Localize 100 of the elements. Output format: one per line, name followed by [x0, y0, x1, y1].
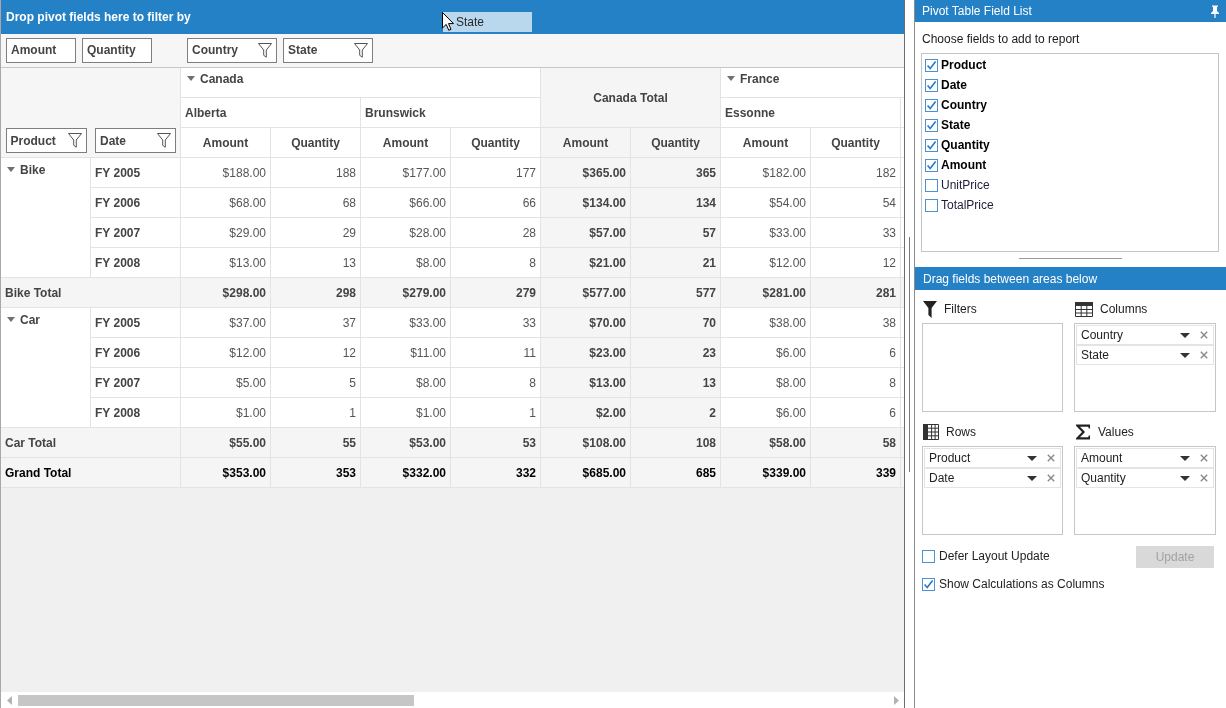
- column-header: Amount: [181, 128, 271, 158]
- checkbox[interactable]: [925, 78, 938, 92]
- table-cell: 12: [811, 248, 901, 278]
- column-header: Quantity: [811, 128, 901, 158]
- row-header: FY 2008: [91, 398, 181, 428]
- table-cell: 685: [631, 458, 721, 488]
- table-cell: $298.00: [181, 278, 271, 308]
- table-cell: $339.00: [721, 458, 811, 488]
- expand-caret-icon[interactable]: [187, 76, 195, 81]
- dropdown-caret-icon[interactable]: [1180, 352, 1190, 358]
- field-label[interactable]: Product: [941, 58, 987, 72]
- checkbox[interactable]: [922, 549, 935, 563]
- close-icon[interactable]: [1047, 454, 1055, 462]
- field-label[interactable]: Amount: [941, 158, 987, 172]
- drag-preview: State: [443, 12, 532, 32]
- dropdown-caret-icon[interactable]: [1027, 475, 1037, 481]
- row-header: Grand Total: [1, 458, 181, 488]
- checkbox[interactable]: [925, 178, 938, 192]
- checkbox[interactable]: [925, 138, 938, 152]
- area-label: Values: [1098, 425, 1134, 439]
- column-header: Canada Total: [541, 68, 721, 128]
- filter-icon[interactable]: [157, 133, 171, 148]
- area-field-item[interactable]: Amount: [1076, 448, 1214, 468]
- filter-icon[interactable]: [67, 133, 82, 148]
- table-cell: 38: [811, 308, 901, 338]
- field-label[interactable]: TotalPrice: [941, 198, 994, 212]
- filter-icon[interactable]: [354, 42, 368, 58]
- column-header: Brunswick: [361, 98, 541, 128]
- field-button[interactable]: Amount: [6, 37, 76, 63]
- expand-caret-icon[interactable]: [7, 317, 15, 322]
- mouse-pointer-icon: [442, 12, 454, 31]
- panel-title: Pivot Table Field List: [922, 4, 1032, 18]
- field-label[interactable]: Date: [941, 78, 967, 92]
- table-cell: $177.00: [361, 158, 451, 188]
- field-label[interactable]: Quantity: [941, 138, 990, 152]
- table-cell: 339: [811, 458, 901, 488]
- table-cell: 33: [451, 308, 541, 338]
- table-cell: $68.00: [181, 188, 271, 218]
- table-cell: $577.00: [541, 278, 631, 308]
- field-list-prompt: Choose fields to add to report: [922, 32, 1081, 46]
- drop-area[interactable]: Amount Quantity: [1074, 446, 1216, 535]
- checkbox[interactable]: [925, 58, 938, 72]
- dropdown-caret-icon[interactable]: [1180, 332, 1190, 338]
- field-button[interactable]: Country: [187, 37, 277, 63]
- field-button[interactable]: Product: [5, 128, 87, 153]
- dropdown-caret-icon[interactable]: [1027, 455, 1037, 461]
- table-cell: $2.00: [541, 398, 631, 428]
- table-cell: 365: [631, 158, 721, 188]
- dropdown-caret-icon[interactable]: [1180, 455, 1190, 461]
- close-icon[interactable]: [1200, 474, 1208, 482]
- table-cell: $13.00: [181, 248, 271, 278]
- option-label[interactable]: Show Calculations as Columns: [939, 577, 1105, 591]
- field-label[interactable]: Country: [941, 98, 987, 112]
- expand-caret-icon[interactable]: [727, 76, 735, 81]
- column-header: Essonne: [721, 98, 901, 128]
- close-icon[interactable]: [1047, 474, 1055, 482]
- area-label: Rows: [946, 425, 976, 439]
- table-cell: 5: [271, 368, 361, 398]
- header-text: Car: [20, 313, 40, 327]
- area-field-item[interactable]: Product: [924, 448, 1061, 468]
- table-cell: 57: [631, 218, 721, 248]
- area-field-item[interactable]: State: [1076, 345, 1214, 365]
- checkbox[interactable]: [925, 198, 938, 212]
- checkbox[interactable]: [925, 98, 938, 112]
- table-cell: $11.00: [361, 338, 451, 368]
- option-label[interactable]: Defer Layout Update: [939, 549, 1050, 563]
- table-cell: $1.00: [181, 398, 271, 428]
- area-field-item[interactable]: Quantity: [1076, 468, 1214, 488]
- scrollbar-thumb[interactable]: [18, 694, 414, 706]
- checkbox[interactable]: [922, 577, 935, 591]
- area-field-item[interactable]: Date: [924, 468, 1061, 488]
- area-field-item[interactable]: Country: [1076, 325, 1214, 345]
- close-icon[interactable]: [1200, 351, 1208, 359]
- table-cell: 1: [271, 398, 361, 428]
- table-cell: $182.00: [721, 158, 811, 188]
- close-icon[interactable]: [1200, 331, 1208, 339]
- horizontal-scrollbar[interactable]: [1, 692, 904, 708]
- close-icon[interactable]: [1200, 454, 1208, 462]
- dropdown-caret-icon[interactable]: [1180, 475, 1190, 481]
- checkbox[interactable]: [925, 118, 938, 132]
- field-button[interactable]: State: [283, 37, 373, 63]
- table-cell: 6: [811, 338, 901, 368]
- pin-icon[interactable]: [1210, 4, 1220, 18]
- table-cell: $66.00: [361, 188, 451, 218]
- field-label[interactable]: UnitPrice: [941, 178, 990, 192]
- expand-caret-icon[interactable]: [7, 167, 15, 172]
- field-button[interactable]: Date: [95, 128, 176, 153]
- table-cell: $33.00: [721, 218, 811, 248]
- table-cell: $5.00: [181, 368, 271, 398]
- table-cell: $8.00: [361, 368, 451, 398]
- filter-icon[interactable]: [258, 42, 272, 58]
- field-button[interactable]: Quantity: [82, 37, 152, 63]
- table-cell: 29: [271, 218, 361, 248]
- table-columns-icon: [1075, 301, 1093, 317]
- table-cell: $29.00: [181, 218, 271, 248]
- filter-icon: [923, 300, 937, 318]
- drop-area[interactable]: Product Date: [922, 446, 1063, 535]
- checkbox[interactable]: [925, 158, 938, 172]
- field-label[interactable]: State: [941, 118, 971, 132]
- drop-area[interactable]: Country State: [1074, 323, 1216, 412]
